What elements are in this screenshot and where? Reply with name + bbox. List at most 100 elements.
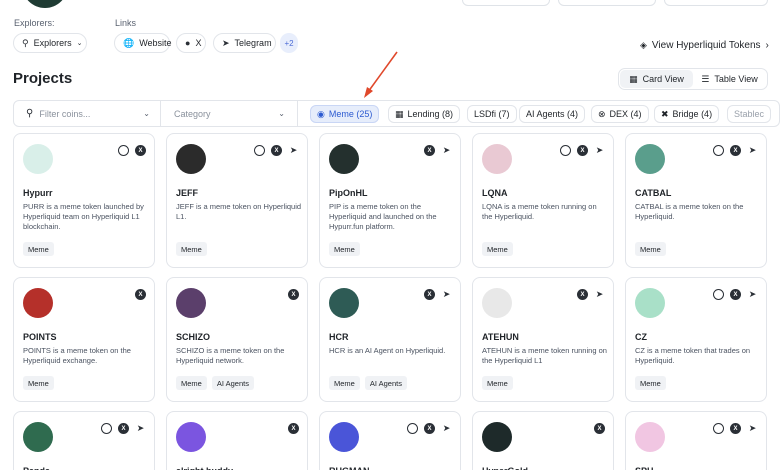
x-icon[interactable]: X [424, 145, 435, 156]
category-tag[interactable]: Meme [23, 242, 54, 256]
telegram-icon[interactable]: ➤ [747, 289, 758, 300]
x-icon[interactable]: X [730, 145, 741, 156]
list-icon: ☰ [701, 73, 710, 84]
filter-pill-meme[interactable]: ◉ Meme (25) [310, 105, 380, 123]
globe-icon: 🌐 [123, 37, 135, 48]
project-card[interactable]: X ➤ CATBAL CATBAL is a meme token on the Hy… [625, 133, 767, 268]
social-links: X ➤ [577, 289, 605, 300]
telegram-icon[interactable]: ➤ [441, 423, 452, 434]
filter-pill-ai-agents[interactable]: AI Agents (4) [519, 105, 586, 123]
category-tag[interactable]: Meme [176, 376, 207, 390]
project-card[interactable]: X HyperGold [472, 411, 614, 470]
project-card[interactable]: X Hypurr PURR is a meme token launched by … [13, 133, 155, 268]
filter-pill-dex[interactable]: ⊗ DEX (4) [591, 105, 649, 123]
social-links: X ➤ [560, 145, 605, 156]
filter-pill-bridge[interactable]: ✖ Bridge (4) [654, 105, 720, 123]
globe-icon[interactable] [713, 423, 724, 434]
x-icon[interactable]: X [424, 423, 435, 434]
filter-coins-placeholder: Filter coins... [39, 108, 91, 119]
globe-icon[interactable] [407, 423, 418, 434]
view-tokens-label: View Hyperliquid Tokens [651, 40, 761, 51]
social-links: X [118, 145, 146, 156]
card-view-button[interactable]: ▦ Card View [620, 70, 693, 88]
x-link-label: X [195, 38, 202, 48]
top-button[interactable] [664, 0, 768, 6]
x-icon[interactable]: X [577, 145, 588, 156]
top-button[interactable] [462, 0, 550, 6]
category-tag[interactable]: Meme [176, 242, 207, 256]
filter-pill-stablecoins[interactable]: Stablec [727, 105, 772, 123]
website-link[interactable]: 🌐 Website [114, 33, 172, 53]
x-icon[interactable]: X [135, 289, 146, 300]
social-links: X ➤ [101, 423, 146, 434]
x-icon[interactable]: X [118, 423, 129, 434]
category-tag[interactable]: Meme [329, 376, 360, 390]
x-icon[interactable]: X [135, 145, 146, 156]
project-card[interactable]: X SCHIZO SCHIZO is a meme token on the Hyp… [166, 277, 308, 402]
x-icon[interactable]: X [424, 289, 435, 300]
telegram-icon[interactable]: ➤ [288, 145, 299, 156]
category-tag[interactable]: Meme [482, 376, 513, 390]
project-card[interactable]: X ➤ CZ CZ is a meme token that trades on Hy… [625, 277, 767, 402]
x-icon[interactable]: X [271, 145, 282, 156]
project-description: CATBAL is a meme token on the Hyperliqui… [635, 202, 744, 221]
project-card[interactable]: X ➤ PipOnHL PIP is a meme token on the Hype… [319, 133, 461, 268]
filter-pill-lending[interactable]: ▦ Lending (8) [388, 105, 461, 123]
globe-icon[interactable] [713, 145, 724, 156]
globe-icon[interactable] [560, 145, 571, 156]
category-select[interactable]: Category ⌄ [161, 101, 298, 126]
project-card[interactable]: X ➤ JEFF JEFF is a meme token on Hyperliqui… [166, 133, 308, 268]
chevron-down-icon: ⌄ [143, 109, 150, 118]
x-icon[interactable]: X [288, 423, 299, 434]
project-avatar [23, 422, 53, 452]
telegram-icon[interactable]: ➤ [747, 423, 758, 434]
project-card[interactable]: X ➤ HCR HCR is an AI Agent on Hyperliquid. M… [319, 277, 461, 402]
category-tag[interactable]: AI Agents [364, 376, 407, 390]
project-name: CZ [635, 332, 647, 342]
view-hyperliquid-tokens-link[interactable]: ◈ View Hyperliquid Tokens › [640, 40, 769, 51]
category-tag[interactable]: Meme [23, 376, 54, 390]
category-tag[interactable]: Meme [635, 376, 666, 390]
category-tag[interactable]: Meme [329, 242, 360, 256]
globe-icon[interactable] [254, 145, 265, 156]
table-view-button[interactable]: ☰ Table View [693, 70, 766, 88]
x-icon[interactable]: X [594, 423, 605, 434]
pill-label: Meme (25) [328, 109, 373, 119]
globe-icon[interactable] [118, 145, 129, 156]
category-tag[interactable]: AI Agents [211, 376, 254, 390]
globe-icon[interactable] [101, 423, 112, 434]
telegram-icon[interactable]: ➤ [135, 423, 146, 434]
project-description: LQNA is a meme token running on the Hype… [482, 202, 597, 221]
project-card[interactable]: X ➤ LQNA LQNA is a meme token running on th… [472, 133, 614, 268]
telegram-link[interactable]: ➤ Telegram [213, 33, 276, 53]
links-label: Links [115, 18, 137, 28]
annotation-arrow-icon [364, 51, 398, 98]
telegram-icon[interactable]: ➤ [441, 145, 452, 156]
top-button[interactable] [558, 0, 656, 6]
globe-icon[interactable] [713, 289, 724, 300]
social-links: X ➤ [424, 289, 452, 300]
project-card[interactable]: X➤SPH [625, 411, 767, 470]
x-link[interactable]: ● X [176, 33, 206, 53]
x-icon[interactable]: X [288, 289, 299, 300]
x-icon[interactable]: X [730, 289, 741, 300]
category-tag[interactable]: Meme [482, 242, 513, 256]
telegram-icon[interactable]: ➤ [441, 289, 452, 300]
explorers-dropdown[interactable]: ⚲ Explorers ⌄ [13, 33, 87, 53]
category-tag[interactable]: Meme [635, 242, 666, 256]
project-card[interactable]: Xalright buddy [166, 411, 308, 470]
telegram-icon[interactable]: ➤ [594, 289, 605, 300]
x-icon[interactable]: X [730, 423, 741, 434]
project-card[interactable]: X POINTS POINTS is a meme token on the Hyp… [13, 277, 155, 402]
pill-label: Bridge (4) [672, 109, 713, 119]
project-card[interactable]: X ➤ ATEHUN ATEHUN is a meme token running o… [472, 277, 614, 402]
more-links-button[interactable]: +2 [280, 33, 298, 53]
project-card[interactable]: X➤RUGMAN [319, 411, 461, 470]
telegram-icon[interactable]: ➤ [594, 145, 605, 156]
project-card[interactable]: X➤Panda [13, 411, 155, 470]
telegram-icon[interactable]: ➤ [747, 145, 758, 156]
project-tags: Meme [23, 376, 54, 390]
filter-coins-input[interactable]: ⚲ Filter coins... ⌄ [14, 101, 161, 126]
filter-pill-lsdfi[interactable]: LSDfi (7) [467, 105, 517, 123]
x-icon[interactable]: X [577, 289, 588, 300]
